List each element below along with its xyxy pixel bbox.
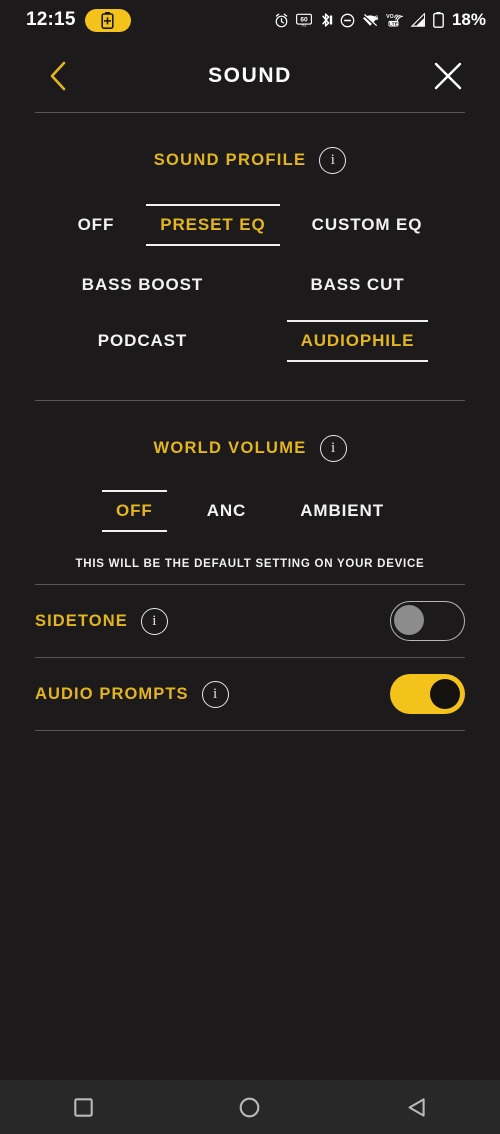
battery-percent-label: 18% bbox=[451, 10, 486, 29]
world-volume-options: OFF ANC AMBIENT bbox=[0, 490, 500, 532]
world-volume-label: WORLD VOLUME bbox=[153, 439, 307, 457]
sound-profile-options: OFF PRESET EQ CUSTOM EQ bbox=[0, 204, 500, 246]
sidetone-row: SIDETONE i bbox=[0, 585, 500, 657]
world-volume-header: WORLD VOLUME i bbox=[0, 401, 500, 466]
info-icon[interactable]: i bbox=[319, 435, 347, 462]
back-chevron-icon[interactable] bbox=[36, 54, 80, 98]
status-bar-clock: 12:15 bbox=[26, 9, 76, 30]
audio-prompts-label: AUDIO PROMPTS bbox=[35, 684, 189, 703]
status-bar: 12:15 60 Hz 6 VO LTE 18% bbox=[0, 0, 500, 40]
do-not-disturb-icon bbox=[340, 13, 355, 28]
sound-profile-header: SOUND PROFILE i bbox=[0, 113, 500, 178]
eq-preset-bass-cut[interactable]: BASS CUT bbox=[294, 264, 420, 306]
info-icon[interactable]: i bbox=[201, 680, 229, 708]
sound-profile-option-custom-eq[interactable]: CUSTOM EQ bbox=[296, 204, 439, 246]
svg-text:LTE: LTE bbox=[389, 21, 399, 27]
world-volume-option-anc[interactable]: ANC bbox=[191, 490, 263, 532]
default-setting-note: THIS WILL BE THE DEFAULT SETTING ON YOUR… bbox=[75, 558, 425, 570]
sound-profile-option-off[interactable]: OFF bbox=[62, 204, 131, 246]
wifi-off-6-icon: 6 bbox=[362, 13, 379, 28]
alarm-icon bbox=[274, 13, 289, 28]
info-icon[interactable]: i bbox=[140, 607, 168, 635]
svg-text:6: 6 bbox=[375, 15, 379, 22]
circle-home-icon[interactable] bbox=[215, 1080, 285, 1134]
info-icon[interactable]: i bbox=[319, 147, 347, 174]
status-bar-left: 12:15 bbox=[26, 8, 131, 32]
volte-icon: VO LTE bbox=[386, 12, 403, 28]
triangle-back-icon[interactable] bbox=[382, 1080, 452, 1134]
sidetone-toggle[interactable] bbox=[390, 601, 465, 641]
status-bar-right: 60 Hz 6 VO LTE 18% bbox=[274, 10, 486, 30]
sidetone-label-group: SIDETONE i bbox=[35, 607, 168, 635]
audio-prompts-row: AUDIO PROMPTS i bbox=[0, 658, 500, 730]
eq-cell-bass-cut: BASS CUT bbox=[250, 264, 465, 306]
world-volume-option-ambient[interactable]: AMBIENT bbox=[284, 490, 400, 532]
refresh-rate-60hz-icon: 60 Hz bbox=[296, 13, 312, 28]
square-recents-icon[interactable] bbox=[48, 1080, 118, 1134]
settings-content: SOUND PROFILE i OFF PRESET EQ CUSTOM EQ … bbox=[0, 112, 500, 1080]
sidetone-label: SIDETONE bbox=[35, 611, 128, 630]
eq-cell-bass-boost: BASS BOOST bbox=[35, 264, 250, 306]
close-x-icon[interactable] bbox=[426, 54, 470, 98]
eq-cell-podcast: PODCAST bbox=[35, 320, 250, 362]
eq-preset-bass-boost[interactable]: BASS BOOST bbox=[66, 264, 219, 306]
svg-text:VO: VO bbox=[386, 14, 394, 20]
battery-icon bbox=[433, 12, 444, 28]
sound-profile-label: SOUND PROFILE bbox=[153, 151, 307, 169]
android-nav-bar bbox=[0, 1080, 500, 1134]
audio-prompts-toggle-knob bbox=[430, 679, 460, 709]
svg-text:Hz: Hz bbox=[301, 22, 306, 27]
cellular-signal-icon bbox=[410, 12, 426, 28]
eq-cell-audiophile: AUDIOPHILE bbox=[250, 320, 465, 362]
world-volume-option-off[interactable]: OFF bbox=[100, 490, 169, 532]
eq-preset-audiophile[interactable]: AUDIOPHILE bbox=[285, 320, 431, 362]
eq-preset-grid: BASS BOOST BASS CUT PODCAST AUDIOPHILE bbox=[35, 264, 465, 362]
sound-profile-option-preset-eq[interactable]: PRESET EQ bbox=[144, 204, 281, 246]
bluetooth-icon bbox=[319, 12, 333, 28]
phone-screen: 12:15 60 Hz 6 VO LTE 18% SOUND SOUND PRO… bbox=[0, 0, 500, 1134]
divider-bottom bbox=[35, 730, 465, 731]
audio-prompts-label-group: AUDIO PROMPTS i bbox=[35, 680, 229, 708]
sidetone-toggle-knob bbox=[394, 605, 424, 635]
battery-saver-icon bbox=[84, 8, 131, 32]
eq-preset-podcast[interactable]: PODCAST bbox=[82, 320, 203, 362]
audio-prompts-toggle[interactable] bbox=[390, 674, 465, 714]
app-header: SOUND bbox=[0, 40, 500, 112]
